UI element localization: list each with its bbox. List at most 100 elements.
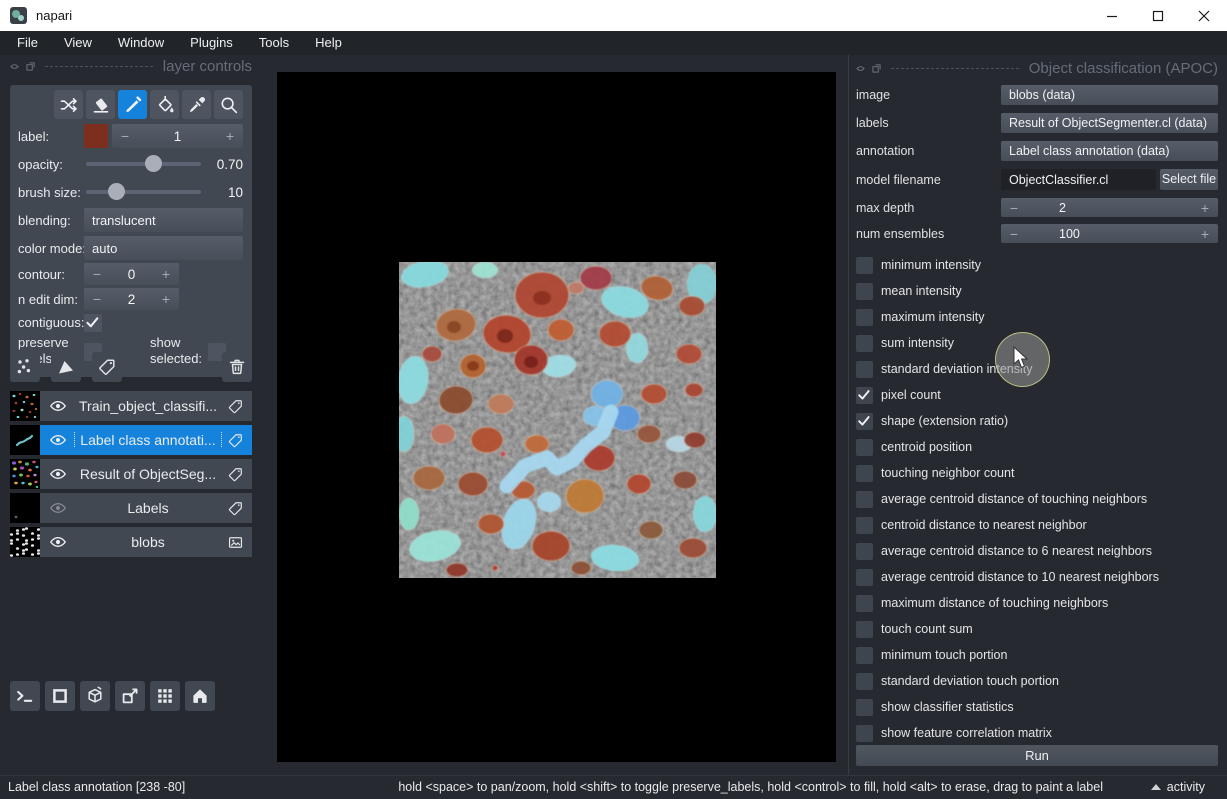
tag-icon <box>227 398 245 415</box>
decrement-icon[interactable]: − <box>112 128 138 144</box>
grid-view-button[interactable] <box>150 681 180 711</box>
menu-plugins[interactable]: Plugins <box>177 31 246 55</box>
n-edit-dim-spinbox[interactable]: − 2 + <box>84 288 179 310</box>
layer-thumbnail <box>10 527 40 557</box>
checkbox-centroid-distance-to-nearest-neighbor[interactable] <box>856 517 873 534</box>
checkbox-standard-deviation-intensity[interactable] <box>856 361 873 378</box>
checkbox-sum-intensity[interactable] <box>856 335 873 352</box>
eye-hidden-icon[interactable] <box>49 499 69 517</box>
blending-dropdown[interactable]: translucent <box>84 208 243 232</box>
layer-row-label-class-annotati[interactable]: Label class annotati... <box>10 425 252 455</box>
checkbox-minimum-intensity[interactable] <box>856 257 873 274</box>
checkbox-shape-extension-ratio-[interactable] <box>856 413 873 430</box>
layer-row-blobs[interactable]: blobs <box>10 527 252 557</box>
image-dropdown[interactable]: blobs (data) <box>1001 85 1218 105</box>
checkbox-standard-deviation-touch-portion[interactable] <box>856 673 873 690</box>
increment-icon[interactable]: + <box>1192 226 1218 242</box>
window-title: napari <box>36 8 72 23</box>
menu-help[interactable]: Help <box>302 31 355 55</box>
toggle-ndisplay-button[interactable] <box>45 681 75 711</box>
label-spinbox[interactable]: − 1 + <box>112 124 243 148</box>
menu-window[interactable]: Window <box>105 31 177 55</box>
checkbox-average-centroid-distance-to-6-nearest-neighbors[interactable] <box>856 543 873 560</box>
float-dock-icon[interactable] <box>872 64 881 73</box>
minimize-button[interactable] <box>1089 0 1135 31</box>
console-button[interactable] <box>10 681 40 711</box>
paintbrush-button[interactable] <box>118 90 147 119</box>
feature-row: average centroid distance of touching ne… <box>856 486 1218 512</box>
checkbox-mean-intensity[interactable] <box>856 283 873 300</box>
brush-size-slider[interactable] <box>84 180 203 204</box>
checkbox-show-feature-correlation-matrix[interactable] <box>856 725 873 742</box>
color-mode-dropdown[interactable]: auto <box>84 236 243 260</box>
num-ensembles-label: num ensembles <box>856 227 1001 241</box>
eye-icon[interactable] <box>49 397 69 415</box>
float-dock-icon[interactable] <box>26 62 35 71</box>
maximize-button[interactable] <box>1135 0 1181 31</box>
checkbox-touch-count-sum[interactable] <box>856 621 873 638</box>
home-reset-view-button[interactable] <box>185 681 215 711</box>
layer-row-labels[interactable]: Labels <box>10 493 252 523</box>
eraser-button[interactable] <box>86 90 115 119</box>
checkbox-label: maximum intensity <box>881 310 985 324</box>
layer-row-result-of-objectseg[interactable]: Result of ObjectSeg... <box>10 459 252 489</box>
layer-thumbnail <box>10 493 40 523</box>
checkbox-centroid-position[interactable] <box>856 439 873 456</box>
transpose-dimensions-button[interactable] <box>115 681 145 711</box>
plugin-panel-title: Object classification (APOC) <box>1029 60 1218 77</box>
eye-icon[interactable] <box>49 465 69 483</box>
layer-row-train-object-classifi[interactable]: Train_object_classifi... <box>10 391 252 421</box>
contiguous-checkbox[interactable] <box>84 314 102 332</box>
checkbox-touching-neighbor-count[interactable] <box>856 465 873 482</box>
model-filename-input[interactable]: ObjectClassifier.cl <box>1001 169 1156 190</box>
menu-view[interactable]: View <box>51 31 105 55</box>
checkbox-label: centroid distance to nearest neighbor <box>881 518 1087 532</box>
decrement-icon[interactable]: − <box>84 291 110 307</box>
viewer-canvas[interactable] <box>277 72 836 762</box>
label-color-swatch[interactable] <box>84 124 108 148</box>
menu-tools[interactable]: Tools <box>246 31 302 55</box>
checkbox-minimum-touch-portion[interactable] <box>856 647 873 664</box>
decrement-icon[interactable]: − <box>84 266 110 282</box>
num-ensembles-spinbox[interactable]: − 100 + <box>1001 224 1218 243</box>
checkbox-maximum-distance-of-touching-neighbors[interactable] <box>856 595 873 612</box>
checkbox-label: standard deviation touch portion <box>881 674 1059 688</box>
decrement-icon[interactable]: − <box>1001 226 1027 242</box>
fill-bucket-button[interactable] <box>150 90 179 119</box>
select-file-button[interactable]: Select file <box>1160 169 1218 190</box>
increment-icon[interactable]: + <box>217 128 243 144</box>
pan-zoom-button[interactable] <box>214 90 243 119</box>
opacity-slider[interactable] <box>84 152 203 176</box>
checkbox-maximum-intensity[interactable] <box>856 309 873 326</box>
checkbox-show-classifier-statistics[interactable] <box>856 699 873 716</box>
new-points-layer-button[interactable] <box>10 352 40 382</box>
hide-dock-icon[interactable] <box>856 64 865 73</box>
increment-icon[interactable]: + <box>153 291 179 307</box>
new-labels-layer-button[interactable] <box>92 352 122 382</box>
layer-controls-panel: label: − 1 + opacity: 0.70 brush size: 1… <box>10 85 252 377</box>
shuffle-colors-button[interactable] <box>54 90 83 119</box>
run-button[interactable]: Run <box>856 745 1218 766</box>
annotation-dropdown[interactable]: Label class annotation (data) <box>1001 141 1218 161</box>
increment-icon[interactable]: + <box>153 266 179 282</box>
roll-dimensions-button[interactable] <box>80 681 110 711</box>
delete-layer-button[interactable] <box>222 352 252 382</box>
contour-spinbox[interactable]: − 0 + <box>84 263 179 285</box>
menu-file[interactable]: File <box>4 31 51 55</box>
activity-toggle[interactable]: activity <box>1151 780 1205 794</box>
hide-dock-icon[interactable] <box>10 62 19 71</box>
increment-icon[interactable]: + <box>1192 200 1218 216</box>
labels-dropdown[interactable]: Result of ObjectSegmenter.cl (data) <box>1001 113 1218 133</box>
layer-list: Train_object_classifi... Label class anno… <box>10 391 252 561</box>
checkbox-average-centroid-distance-of-touching-neighbors[interactable] <box>856 491 873 508</box>
checkbox-average-centroid-distance-to-10-nearest-neighbors[interactable] <box>856 569 873 586</box>
max-depth-spinbox[interactable]: − 2 + <box>1001 198 1218 217</box>
new-shapes-layer-button[interactable] <box>51 352 81 382</box>
dropper-icon <box>187 95 207 115</box>
eye-icon[interactable] <box>49 533 69 551</box>
eye-icon[interactable] <box>49 431 69 449</box>
decrement-icon[interactable]: − <box>1001 200 1027 216</box>
close-button[interactable] <box>1181 0 1227 31</box>
color-picker-button[interactable] <box>182 90 211 119</box>
checkbox-pixel-count[interactable] <box>856 387 873 404</box>
